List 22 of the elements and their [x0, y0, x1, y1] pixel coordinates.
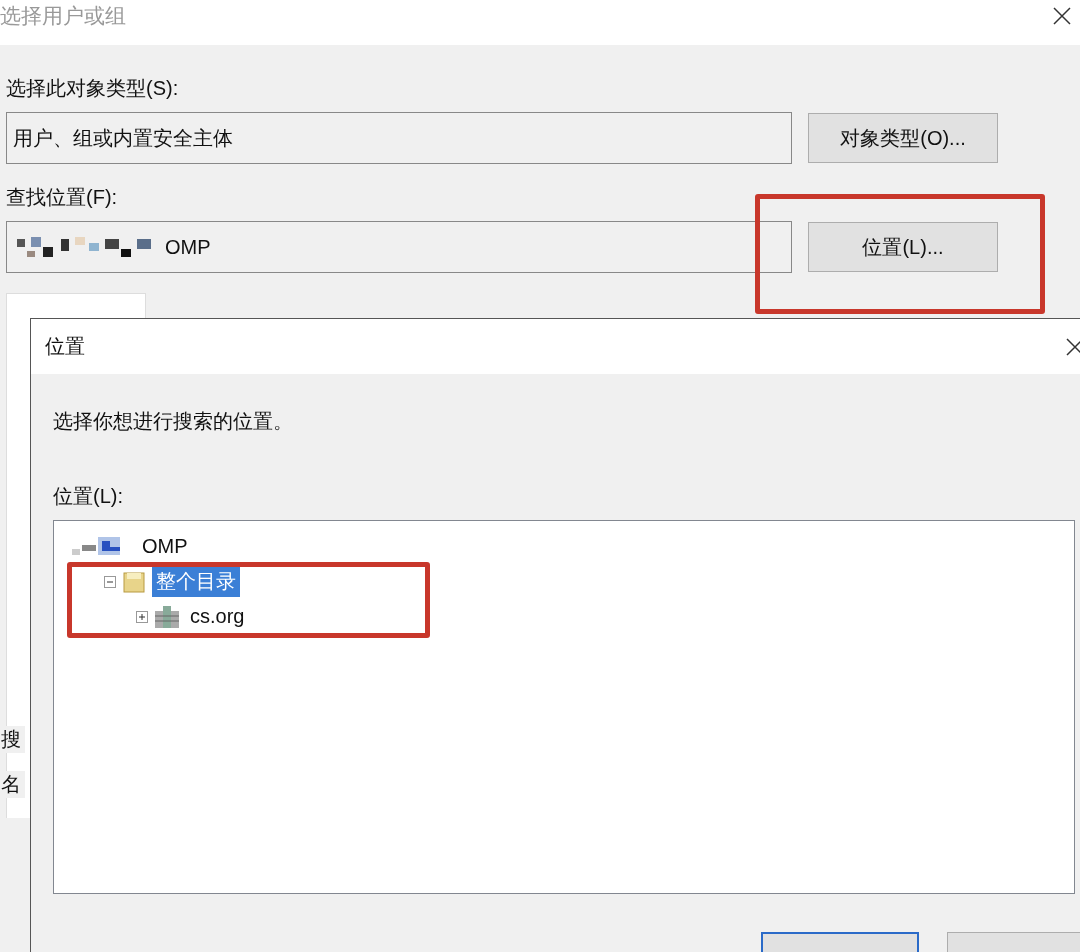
server-icon [154, 604, 180, 629]
tree-item[interactable]: cs.org [186, 603, 249, 630]
collapse-icon[interactable] [104, 575, 116, 588]
instruction-text: 选择你想进行搜索的位置。 [53, 409, 294, 434]
expand-icon[interactable] [136, 610, 148, 623]
side-label: 名 [1, 771, 25, 798]
window-title: 选择用户或组 [0, 2, 126, 29]
tree-item[interactable]: 整个目录 [152, 566, 240, 597]
side-label: 搜 [1, 726, 25, 753]
object-types-button[interactable]: 对象类型(O)... [808, 113, 998, 163]
tree-label: 位置(L): [53, 484, 124, 509]
locations-button[interactable]: 位置(L)... [808, 222, 998, 272]
location-field: OMP [6, 221, 792, 273]
field-label: 查找位置(F): [6, 185, 119, 210]
close-icon[interactable] [1065, 336, 1080, 357]
field-label: 选择此对象类型(S): [6, 76, 180, 101]
close-icon[interactable] [1052, 5, 1072, 26]
tree-item[interactable]: OMP [138, 533, 192, 560]
location-tree[interactable]: OMP 整个目录 cs.org [53, 520, 1075, 894]
folder-icon [122, 569, 146, 594]
window-title: 位置 [45, 334, 85, 359]
object-type-field: 用户、组或内置安全主体 [6, 112, 792, 164]
